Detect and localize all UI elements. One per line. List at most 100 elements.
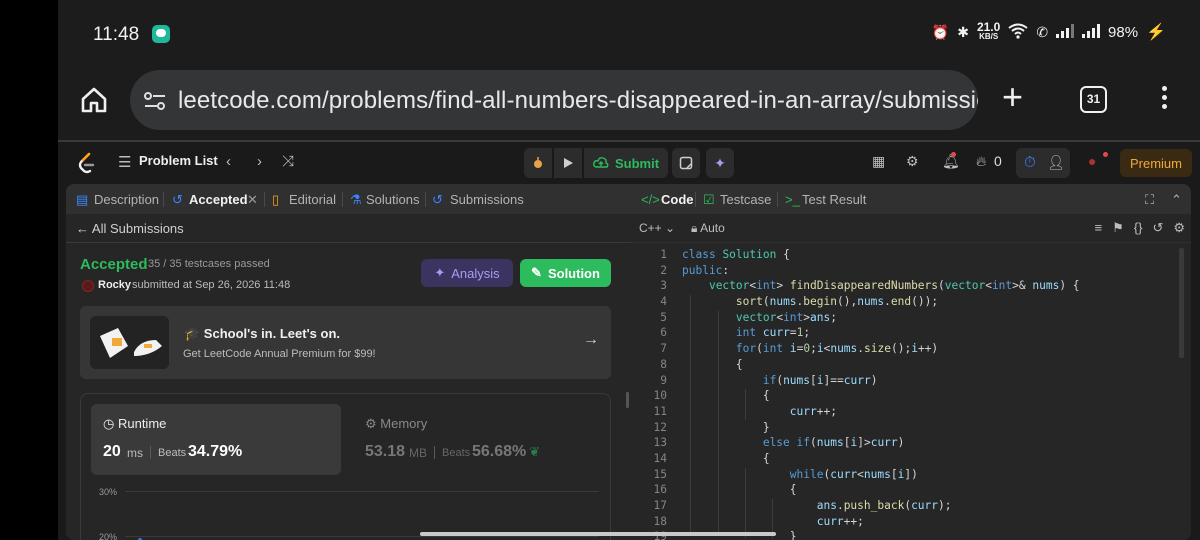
tab-editorial[interactable]: Editorial — [289, 192, 336, 207]
site-settings-icon[interactable] — [142, 88, 168, 114]
premium-promo-banner[interactable]: 🎓 School's in. Leet's on. Get LeetCode A… — [80, 306, 611, 379]
format-icon[interactable]: ≡ — [1095, 220, 1103, 236]
language-select[interactable]: C++ ⌄ — [639, 221, 675, 235]
avatar[interactable]: ● — [1088, 153, 1096, 169]
gesture-nav-bar[interactable] — [420, 532, 776, 536]
code-editor[interactable]: 1 class Solution { 2 public: 3 vector<int>… — [631, 248, 1191, 540]
submission-time: submitted at Sep 26, 2026 11:48 — [132, 279, 291, 291]
submit-button[interactable]: Submit — [584, 148, 668, 178]
browser-toolbar: leetcode.com/problems/find-all-numbers-d… — [58, 64, 1200, 140]
close-tab-icon[interactable]: ✕ — [247, 192, 258, 208]
submission-panel: ▤ Description ↺ Accepted ✕ ▯ Editorial ⚗… — [66, 184, 680, 540]
code-scrollbar[interactable] — [1179, 248, 1184, 358]
new-tab-button[interactable]: + — [1002, 76, 1023, 118]
status-bar: 11:48 ⏰ ✱ 21.0 KB/S ✆ 98% ⚡ — [58, 0, 1200, 64]
bookmark-icon[interactable]: ⚑ — [1112, 220, 1124, 236]
tab-description[interactable]: Description — [94, 192, 159, 207]
code-line: 14 { — [653, 451, 770, 465]
address-bar[interactable]: leetcode.com/problems/find-all-numbers-d… — [130, 70, 978, 130]
solution-label: Solution — [547, 265, 600, 281]
leetcode-logo-icon[interactable] — [77, 152, 95, 174]
tab-code[interactable]: Code — [661, 192, 694, 207]
memory-label[interactable]: ⚙ Memory — [365, 416, 427, 432]
maximize-icon[interactable]: ⛶ — [1145, 192, 1154, 208]
runtime-card[interactable]: ◷ Runtime 20 ms Beats 34.79% — [91, 404, 341, 475]
fire-icon[interactable]: 🔥︎ — [976, 153, 986, 170]
code-line: 17 ans.push_back(curr); — [653, 499, 952, 512]
code-line: 1 class Solution { — [660, 248, 790, 261]
mode-label: Auto — [700, 221, 725, 235]
code-line: 4 sort(nums.begin(),nums.end()); — [660, 295, 939, 309]
code-line: 2 public: — [660, 263, 730, 277]
shuffle-icon[interactable]: ⤨ — [282, 153, 294, 170]
add-user-icon[interactable]: 👤︎ — [1047, 154, 1065, 171]
user-avatar[interactable] — [82, 280, 94, 292]
reset-icon[interactable]: ↺ — [1152, 220, 1163, 236]
premium-button[interactable]: Premium — [1120, 149, 1192, 177]
memory-beats-label: Beats — [442, 447, 471, 459]
tab-solutions[interactable]: Solutions — [366, 192, 419, 207]
braces-icon[interactable]: {} — [1134, 220, 1143, 236]
memory-value: 53.18 — [365, 443, 406, 460]
y-tick-30: 30% — [99, 487, 118, 497]
arrow-right-icon[interactable]: → — [583, 331, 599, 349]
runtime-beats: 34.79% — [188, 443, 243, 460]
code-tab-icon: </> — [641, 192, 660, 207]
next-problem-icon[interactable]: › — [257, 153, 262, 170]
right-tab-bar: </> Code ☑ Testcase >_ Test Result ⛶ ⌃ — [631, 184, 1191, 214]
url-text[interactable]: leetcode.com/problems/find-all-numbers-d… — [178, 87, 978, 115]
promo-illustration — [90, 316, 169, 369]
prev-problem-icon[interactable]: ‹ — [226, 153, 231, 170]
code-line: 16 { — [653, 483, 797, 497]
collapse-icon[interactable]: ⌃ — [1171, 192, 1182, 208]
streak-count: 0 — [994, 153, 1002, 169]
more-menu-icon[interactable] — [1154, 86, 1174, 116]
y-tick-20: 20% — [99, 532, 118, 540]
tab-accepted[interactable]: Accepted — [189, 192, 248, 207]
home-icon[interactable] — [80, 86, 108, 114]
run-button[interactable] — [554, 148, 582, 178]
leaf-icon: ❦ — [529, 444, 540, 459]
accepted-tab-icon: ↺ — [172, 192, 183, 207]
signal-icon-1 — [1056, 23, 1075, 41]
chat-notification-icon — [152, 25, 170, 43]
test-result-tab-icon: >_ — [785, 192, 800, 207]
auto-mode-toggle[interactable]: 🔒︎ Auto — [691, 221, 725, 236]
analysis-button[interactable]: ✦ Analysis — [421, 259, 513, 287]
list-icon[interactable]: ☰ — [118, 153, 131, 171]
status-icons: ⏰ ✱ 21.0 KB/S ✆ 98% ⚡ — [931, 20, 1166, 42]
username[interactable]: Rocky — [98, 279, 131, 291]
post-solution-button[interactable]: ✎ Solution — [520, 259, 611, 287]
runtime-unit: ms — [127, 446, 143, 460]
panel-resize-handle[interactable] — [626, 392, 629, 408]
problem-list-link[interactable]: Problem List — [139, 153, 218, 168]
signal-icon-2 — [1082, 23, 1101, 41]
debug-button[interactable] — [524, 148, 552, 178]
all-submissions-label: All Submissions — [91, 221, 184, 236]
gear-icon[interactable]: ⚙ — [906, 153, 919, 170]
timer-icon[interactable]: ⏱ — [1024, 154, 1036, 171]
tab-testcase[interactable]: Testcase — [720, 192, 771, 207]
sparkle-icon: ✦ — [434, 265, 446, 280]
performance-stats: ◷ Runtime 20 ms Beats 34.79% ⚙ Memory 53… — [80, 393, 611, 540]
notes-icon[interactable] — [672, 148, 700, 178]
memory-beats: 56.68% — [472, 443, 527, 460]
layout-icon[interactable]: ▦ — [872, 153, 885, 170]
back-to-all-submissions[interactable]: ← All Submissions — [76, 221, 184, 236]
memory-unit: MB — [409, 446, 427, 460]
network-speed: 21.0 KB/S — [976, 20, 1001, 41]
ai-sparkle-icon[interactable]: ✦ — [706, 148, 734, 178]
code-line: 7 for(int i=0;i<nums.size();i++) — [660, 342, 939, 356]
runtime-value: 20 — [103, 443, 121, 460]
promo-title: 🎓 School's in. Leet's on. — [184, 326, 340, 341]
settings-icon[interactable]: ⚙ — [1173, 220, 1185, 236]
tab-submissions[interactable]: Submissions — [450, 192, 524, 207]
leetcode-navbar: ☰ Problem List ‹ › ⤨ Submit ✦ ▦ ⚙ 🔔︎ 🔥︎ … — [58, 142, 1200, 182]
code-line: 18 curr++; — [653, 514, 864, 528]
alarm-icon: ⏰ — [931, 23, 950, 40]
tab-switcher-button[interactable]: 31 — [1080, 86, 1107, 113]
edit-icon: ✎ — [531, 265, 542, 280]
runtime-beats-label: Beats — [158, 447, 187, 459]
tab-test-result[interactable]: Test Result — [802, 192, 866, 207]
testcases-passed: 35 / 35 testcases passed — [148, 258, 270, 270]
